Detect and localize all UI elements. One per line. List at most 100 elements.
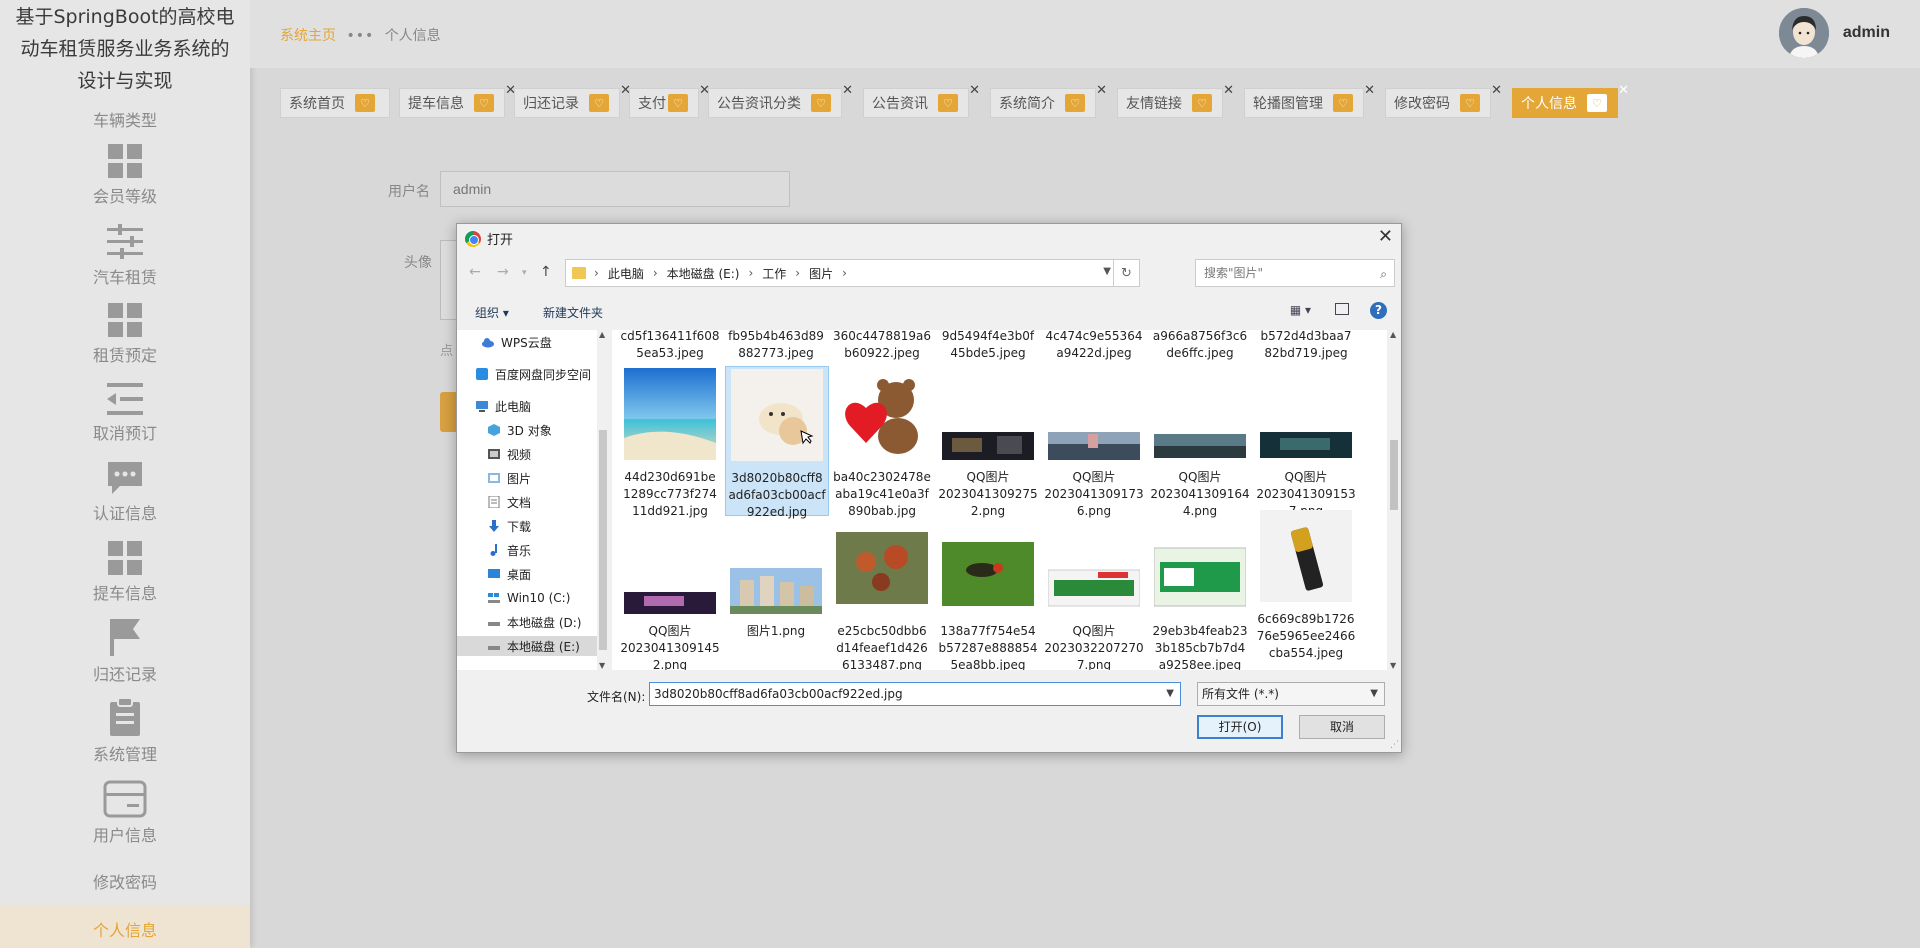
nav-item-drive-d[interactable]: 本地磁盘 (D:) [457, 612, 597, 632]
recent-dropdown-icon[interactable]: ▾ [522, 268, 527, 278]
filetype-select[interactable]: 所有文件 (*.*) ▼ [1197, 682, 1385, 706]
path-segment[interactable]: 本地磁盘 (E:) [667, 265, 740, 282]
nav-item-documents[interactable]: 文档 [457, 492, 597, 512]
nav-item-3d[interactable]: 3D 对象 [457, 420, 597, 440]
close-icon[interactable]: ✕ [969, 83, 980, 98]
tab-payment[interactable]: 支付 ♡ ✕ [629, 83, 710, 118]
scrollbar-thumb[interactable] [599, 430, 607, 650]
breadcrumb-home[interactable]: 系统主页 [280, 28, 336, 44]
cancel-button[interactable]: 取消 [1299, 715, 1385, 739]
close-icon[interactable]: ✕ [842, 83, 853, 98]
close-icon[interactable]: ✕ [1096, 83, 1107, 98]
sidebar-item-change-password[interactable]: 修改密码 [0, 869, 250, 893]
file-item[interactable]: QQ图片 2023041309145 2.png [620, 522, 720, 670]
file-item[interactable]: fb95b4b463d89 882773.jpeg [726, 330, 826, 362]
chevron-down-icon[interactable]: ▼ [1166, 683, 1174, 705]
scroll-down-icon[interactable]: ▼ [1390, 661, 1396, 670]
address-bar[interactable]: › 此电脑 › 本地磁盘 (E:) › 工作 › 图片 › ▼ ↻ [565, 259, 1140, 287]
file-item[interactable]: ba40c2302478e aba19c41e0a3f 890bab.jpg [832, 368, 932, 520]
nav-item-drive-e[interactable]: 本地磁盘 (E:) [457, 636, 597, 656]
help-icon[interactable]: ? [1370, 302, 1387, 319]
file-item[interactable]: QQ图片20230413091537.png [1256, 368, 1356, 520]
nav-item-videos[interactable]: 视频 [457, 444, 597, 464]
nav-item-wps-cloud[interactable]: WPS云盘 [457, 332, 597, 352]
scroll-up-icon[interactable]: ▲ [599, 330, 605, 339]
close-icon[interactable]: ✕ [1378, 226, 1393, 247]
avatar[interactable] [1778, 8, 1829, 58]
tab-return-records[interactable]: 归还记录 ♡ ✕ [514, 83, 631, 118]
scroll-up-icon[interactable]: ▲ [1390, 330, 1396, 339]
file-item[interactable]: b572d4d3baa7 82bd719.jpeg [1256, 330, 1356, 362]
nav-item-downloads[interactable]: 下载 [457, 516, 597, 536]
file-item[interactable]: QQ图片 2023041309275 2.png [938, 368, 1038, 520]
file-item[interactable]: 360c4478819a6 b60922.jpeg [832, 330, 932, 362]
tab-pickup-info[interactable]: 提车信息 ♡ ✕ [399, 83, 516, 118]
sidebar-item-cancel-reservation[interactable]: 取消预订 [0, 382, 250, 444]
refresh-icon[interactable]: ↻ [1113, 260, 1139, 286]
organize-button[interactable]: 组织 ▾ [475, 304, 509, 321]
tab-home[interactable]: 系统首页 ♡ [280, 88, 390, 118]
file-list-scrollbar[interactable]: ▲ ▼ [1387, 330, 1401, 670]
scroll-down-icon[interactable]: ▼ [599, 661, 605, 670]
sidebar-item-profile[interactable]: 个人信息 [0, 905, 250, 948]
file-item[interactable]: 29eb3b4feab23 3b185cb7b7d4 a9258ee.jpeg [1150, 522, 1250, 670]
sidebar-item-pickup-info[interactable]: 提车信息 [0, 540, 250, 604]
open-button[interactable]: 打开(O) [1197, 715, 1283, 739]
file-item[interactable]: 6c669c89b1726 76e5965ee2466 cba554.jpeg [1256, 510, 1356, 662]
path-segment[interactable]: 图片 [809, 265, 833, 282]
tab-links[interactable]: 友情链接 ♡ ✕ [1117, 83, 1234, 118]
path-segment[interactable]: 工作 [762, 265, 786, 282]
file-item-selected[interactable]: 3d8020b80cff8 ad6fa03cb00acf 922ed.jpg [725, 366, 829, 519]
scrollbar-thumb[interactable] [1390, 440, 1398, 510]
sidebar-item-system-management[interactable]: 系统管理 [0, 697, 250, 765]
close-icon[interactable]: ✕ [1491, 83, 1502, 98]
tab-news-category[interactable]: 公告资讯分类 ♡ ✕ [708, 83, 853, 118]
file-item[interactable]: QQ图片 2023032207270 7.png [1044, 522, 1144, 670]
nav-item-this-pc[interactable]: 此电脑 [457, 396, 597, 416]
chevron-down-icon[interactable]: ▼ [1103, 266, 1111, 277]
tab-news[interactable]: 公告资讯 ♡ ✕ [863, 83, 980, 118]
tab-profile[interactable]: 个人信息 ♡ ✕ [1512, 83, 1629, 118]
file-item[interactable]: a966a8756f3c6 de6ffc.jpeg [1150, 330, 1250, 362]
file-item[interactable]: QQ图片 2023041309173 6.png [1044, 368, 1144, 520]
path-segment[interactable]: 此电脑 [608, 265, 644, 282]
tab-change-password[interactable]: 修改密码 ♡ ✕ [1385, 83, 1502, 118]
file-item[interactable]: 44d230d691be 1289cc773f274 11dd921.jpg [620, 368, 720, 520]
user-menu[interactable]: admin [1778, 8, 1890, 58]
sidebar-item-user-info[interactable]: 用户信息 [0, 780, 250, 846]
back-arrow-icon[interactable]: ← [469, 264, 481, 280]
sidebar-item-reservation[interactable]: 租赁预定 [0, 302, 250, 366]
username-input[interactable]: admin [440, 171, 790, 207]
sidebar-item-vehicle-type[interactable]: 车辆类型 [0, 107, 250, 131]
submit-button[interactable] [440, 392, 456, 432]
file-item[interactable]: 4c474c9e55364 a9422d.jpeg [1044, 330, 1144, 362]
close-icon[interactable]: ✕ [1223, 83, 1234, 98]
filename-input[interactable]: 3d8020b80cff8ad6fa03cb00acf922ed.jpg ▼ [649, 682, 1181, 706]
nav-scrollbar[interactable]: ▲ ▼ [597, 330, 609, 670]
nav-item-drive-c[interactable]: Win10 (C:) [457, 588, 597, 608]
file-item[interactable]: 9d5494f4e3b0f 45bde5.jpeg [938, 330, 1038, 362]
file-item[interactable]: cd5f136411f608 5ea53.jpeg [620, 330, 720, 362]
close-icon[interactable]: ✕ [1364, 83, 1375, 98]
file-item[interactable]: e25cbc50dbb6 d14feaef1d426 6133487.png [832, 522, 932, 670]
preview-pane-icon[interactable] [1335, 303, 1349, 315]
sidebar-item-member-level[interactable]: 会员等级 [0, 143, 250, 207]
up-arrow-icon[interactable]: ↑ [540, 264, 552, 280]
tab-carousel[interactable]: 轮播图管理 ♡ ✕ [1244, 83, 1375, 118]
new-folder-button[interactable]: 新建文件夹 [543, 304, 603, 321]
close-icon[interactable]: ✕ [1618, 83, 1629, 98]
sidebar-item-car-rental[interactable]: 汽车租赁 [0, 222, 250, 288]
nav-item-music[interactable]: 音乐 [457, 540, 597, 560]
tab-system-intro[interactable]: 系统简介 ♡ ✕ [990, 83, 1107, 118]
resize-grip-icon[interactable]: ⋰ [1390, 740, 1399, 750]
sidebar-item-certification[interactable]: 认证信息 [0, 460, 250, 524]
nav-item-pictures[interactable]: 图片 [457, 468, 597, 488]
nav-item-desktop[interactable]: 桌面 [457, 564, 597, 584]
file-item[interactable]: 138a77f754e54 b57287e888854 5ea8bb.jpeg [938, 522, 1038, 670]
search-input[interactable]: 搜索"图片" ⌕ [1195, 259, 1395, 287]
view-options-icon[interactable]: ▦ ▾ [1290, 303, 1311, 317]
file-item[interactable]: QQ图片 2023041309164 4.png [1150, 368, 1250, 520]
sidebar-item-return-records[interactable]: 归还记录 [0, 617, 250, 685]
nav-item-baidu[interactable]: 百度网盘同步空间 [457, 364, 597, 384]
file-item[interactable]: 图片1.png [726, 522, 826, 640]
